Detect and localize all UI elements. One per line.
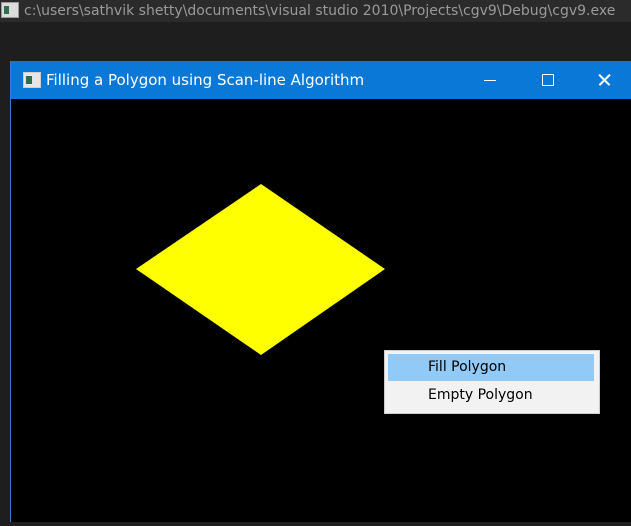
- window-title: Filling a Polygon using Scan-line Algori…: [46, 71, 365, 89]
- glut-window: Filling a Polygon using Scan-line Algori…: [10, 61, 631, 522]
- console-titlebar: c:\users\sathvik shetty\documents\visual…: [0, 0, 631, 22]
- minimize-button[interactable]: [467, 61, 513, 99]
- menu-item-fill-polygon[interactable]: Fill Polygon: [388, 354, 594, 381]
- console-app-icon: [1, 2, 19, 18]
- drawing-canvas[interactable]: [11, 99, 631, 522]
- context-menu: Fill Polygon Empty Polygon: [384, 350, 600, 414]
- filled-polygon: [136, 184, 385, 355]
- window-titlebar[interactable]: Filling a Polygon using Scan-line Algori…: [11, 61, 631, 99]
- menu-item-empty-polygon[interactable]: Empty Polygon: [388, 382, 594, 409]
- console-title: c:\users\sathvik shetty\documents\visual…: [24, 3, 616, 19]
- close-button[interactable]: [581, 61, 627, 99]
- polygon-canvas-svg: [136, 184, 385, 355]
- maximize-button[interactable]: [524, 61, 570, 99]
- app-icon: [23, 72, 41, 88]
